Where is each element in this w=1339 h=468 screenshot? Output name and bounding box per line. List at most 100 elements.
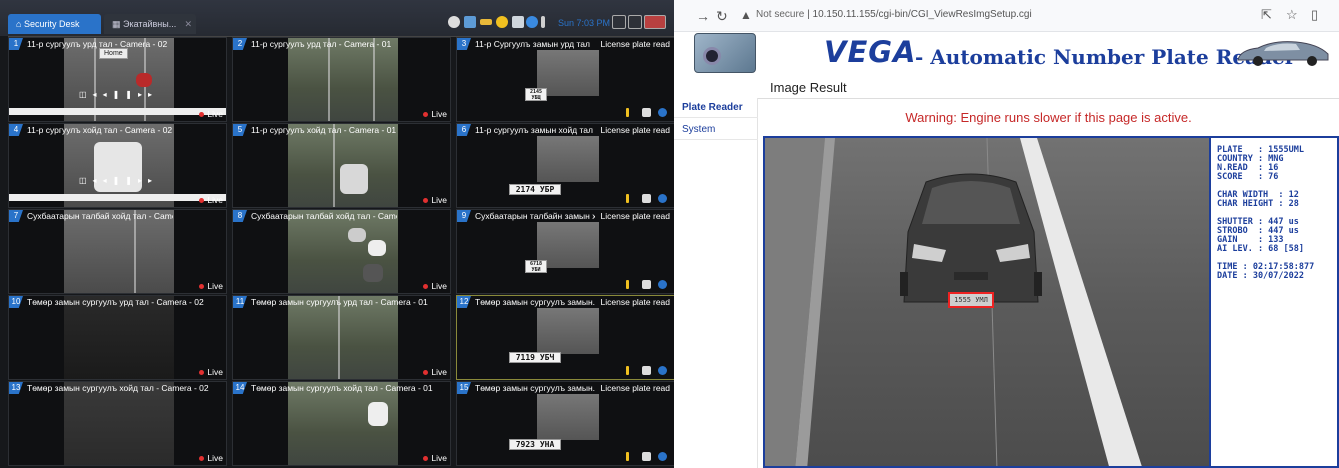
help-icon[interactable]: [658, 366, 667, 375]
system-tray: Sun 7:03 PM: [446, 14, 674, 32]
page-banner: VEGA - Automatic Number Plate Reader: [674, 32, 1339, 74]
globe-icon[interactable]: [526, 16, 538, 28]
security-desk-window: ⌂ Security Desk ▦ Экатайвны... ✕ Sun 7:0…: [0, 0, 674, 468]
print-icon[interactable]: [642, 108, 651, 117]
car-image: [900, 173, 1042, 303]
sidebar-item-system[interactable]: System: [674, 120, 758, 140]
camera-tile[interactable]: 2 11-р сургуулъ урд тал - Camera - 01 Li…: [232, 37, 451, 122]
camera-tile[interactable]: 10 Төмөр замын сургуулъ урд тал - Camera…: [8, 295, 227, 380]
print-icon[interactable]: [642, 452, 651, 461]
tile-actions: [626, 452, 670, 462]
warning-icon[interactable]: ▲: [740, 8, 752, 22]
settings-icon[interactable]: [448, 16, 460, 28]
user-icon[interactable]: [496, 16, 508, 28]
browser-window: → ↻ ▲ Not secure | 10.150.11.155/cgi-bin…: [674, 0, 1339, 468]
tab-label: Security Desk: [23, 19, 80, 29]
live-indicator: Live: [423, 367, 447, 377]
print-icon[interactable]: [642, 366, 651, 375]
tile-number: 15: [457, 382, 471, 394]
lpr-tile[interactable]: 15 Төмөр замын сургуулъ замын... License…: [456, 381, 674, 466]
lpr-tile[interactable]: 12 Төмөр замын сургуулъ замын... License…: [456, 295, 674, 380]
camera-tile[interactable]: 5 11-р сургуулъ хойд тал - Camera - 01 L…: [232, 123, 451, 208]
live-indicator: Live: [199, 367, 223, 377]
tile-number: 1: [9, 38, 23, 50]
close-tab-icon[interactable]: ✕: [184, 14, 192, 34]
tile-number: 6: [457, 124, 471, 136]
brand-logo: VEGA: [824, 35, 917, 69]
timeline-bar[interactable]: [9, 194, 226, 201]
home-icon: ⌂: [16, 19, 24, 29]
tab-security-desk[interactable]: ⌂ Security Desk: [8, 14, 101, 34]
lpr-tile[interactable]: 6 11-р сургуулъ замын хойд тал License p…: [456, 123, 674, 208]
star-icon[interactable]: ☆: [1286, 7, 1298, 23]
warning-message: Warning: Engine runs slower if this page…: [905, 110, 1192, 125]
video-feed: [288, 124, 398, 207]
tile-actions: [626, 194, 670, 204]
date-line: DATE : 30/07/2022: [1217, 271, 1304, 281]
plate-text: 7923 УНА: [509, 439, 561, 450]
url-field[interactable]: Not secure | 10.150.11.155/cgi-bin/CGI_V…: [756, 9, 1032, 20]
sidebar-icon[interactable]: ▯: [1311, 7, 1318, 23]
lpr-tile[interactable]: 9 Сухбаатарын талбайн замын хо... Licens…: [456, 209, 674, 294]
live-indicator: Live: [423, 195, 447, 205]
help-icon[interactable]: [658, 280, 667, 289]
help-icon[interactable]: [658, 194, 667, 203]
reload-icon[interactable]: ↻: [716, 8, 728, 25]
lpr-tile[interactable]: 3 11-р Сургуулъ замын урд тал License pl…: [456, 37, 674, 122]
camera-tile[interactable]: 1 11-р сургуулъ урд тал - Camera - 02 Ho…: [8, 37, 227, 122]
tile-title: 11-р Сургуулъ замын урд тал: [475, 39, 590, 49]
edit-icon[interactable]: [626, 280, 629, 289]
tile-number: 10: [9, 296, 23, 308]
plate-text: 7119 УБЧ: [509, 352, 561, 363]
tile-number: 2: [233, 38, 247, 50]
tile-title: 11-р сургуулъ замын хойд тал: [475, 125, 593, 135]
minimize-button[interactable]: [612, 15, 626, 29]
tile-number: 8: [233, 210, 247, 222]
car-logo-icon: [1237, 41, 1329, 66]
playback-controls[interactable]: ◫◂◂❚❚▸▸: [79, 90, 158, 99]
not-secure-label: Not secure: [756, 9, 805, 20]
speaker-icon[interactable]: [512, 16, 524, 28]
sidebar-item-plate-reader[interactable]: Plate Reader: [674, 98, 758, 118]
timeline-bar[interactable]: [9, 108, 226, 115]
back-icon[interactable]: →: [696, 8, 710, 24]
clock: Sun 7:03 PM: [558, 18, 611, 28]
camera-tile[interactable]: 8 Сухбаатарын талбай хойд тал - Camera -…: [232, 209, 451, 294]
camera-tile[interactable]: 13 Төмөр замын сургуулъ хойд тал - Camer…: [8, 381, 227, 466]
result-image: 1555 УМЛ: [763, 136, 1211, 468]
signal-icon: [541, 16, 545, 28]
camera-tile[interactable]: 7 Сухбаатарын талбай хойд тал - Camera -…: [8, 209, 227, 294]
edit-icon[interactable]: [626, 452, 629, 461]
close-button[interactable]: [644, 15, 666, 29]
help-icon[interactable]: [658, 108, 667, 117]
lpr-label: License plate read: [600, 125, 670, 135]
maximize-button[interactable]: [628, 15, 642, 29]
live-indicator: Live: [423, 281, 447, 291]
tooltip: Home: [99, 48, 128, 59]
help-icon[interactable]: [658, 452, 667, 461]
title-bar: ⌂ Security Desk ▦ Экатайвны... ✕ Sun 7:0…: [0, 0, 674, 36]
camera-tile[interactable]: 14 Төмөр замын сургуулъ хойд тал - Camer…: [232, 381, 451, 466]
playback-controls[interactable]: ◫◂◂❚❚▸▸: [79, 176, 158, 185]
edit-icon[interactable]: [626, 194, 629, 203]
alarm-icon[interactable]: [480, 19, 492, 25]
tile-number: 4: [9, 124, 23, 136]
monitor-icon[interactable]: [464, 16, 476, 28]
print-icon[interactable]: [642, 280, 651, 289]
video-feed: [64, 210, 174, 293]
tile-title: Төмөр замын сургуулъ замын...: [475, 297, 595, 307]
camera-logo-icon: [694, 33, 756, 73]
print-icon[interactable]: [642, 194, 651, 203]
tile-number: 3: [457, 38, 471, 50]
lpr-label: License plate read: [600, 39, 670, 49]
live-indicator: Live: [423, 453, 447, 463]
tab-monitoring[interactable]: ▦ Экатайвны... ✕: [104, 14, 196, 34]
camera-tile[interactable]: 4 11-р сургуулъ хойд тал - Camera - 02 ◫…: [8, 123, 227, 208]
edit-icon[interactable]: [626, 366, 629, 375]
plate-snapshot: [537, 136, 599, 182]
camera-tile[interactable]: 11 Төмөр замын сургуулъ урд тал - Camera…: [232, 295, 451, 380]
char-height-line: CHAR HEIGHT : 28: [1217, 199, 1299, 209]
tile-number: 11: [233, 296, 247, 308]
share-icon[interactable]: ⇱: [1261, 7, 1272, 23]
edit-icon[interactable]: [626, 108, 629, 117]
